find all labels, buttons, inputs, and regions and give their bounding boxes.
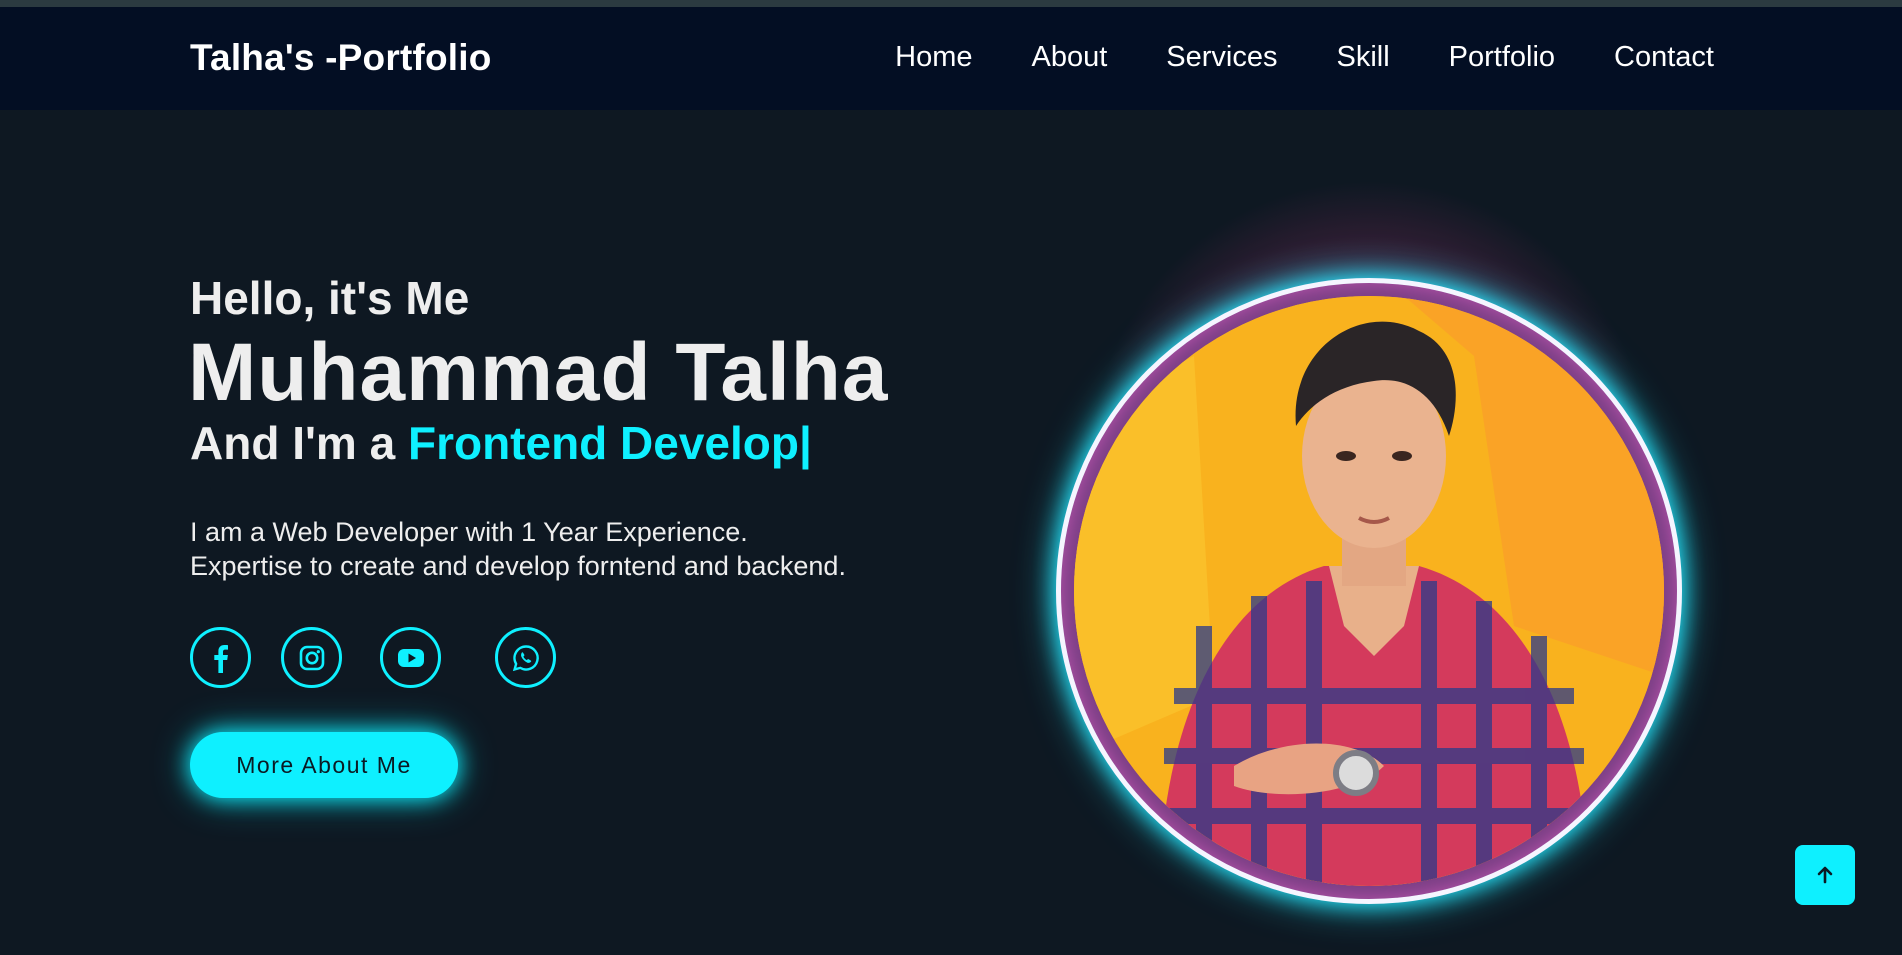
profile-photo-frame xyxy=(1056,278,1682,904)
hero-greeting: Hello, it's Me xyxy=(190,272,470,324)
instagram-icon xyxy=(299,645,324,670)
role-prefix: And I'm a xyxy=(190,417,408,469)
facebook-icon xyxy=(213,644,228,673)
hero-description: I am a Web Developer with 1 Year Experie… xyxy=(190,515,846,583)
nav-home[interactable]: Home xyxy=(895,41,972,74)
whatsapp-link[interactable] xyxy=(495,627,556,688)
profile-photo-illustration xyxy=(1074,296,1664,886)
scroll-to-top-button[interactable] xyxy=(1795,845,1855,905)
nav-skill[interactable]: Skill xyxy=(1336,41,1389,74)
role-typed-text: Frontend Develop| xyxy=(407,417,812,469)
whatsapp-icon xyxy=(512,644,539,671)
hero-section: Hello, it's Me Muhammad Talha And I'm a … xyxy=(0,110,1902,955)
nav-contact[interactable]: Contact xyxy=(1614,41,1714,74)
youtube-icon xyxy=(397,648,424,667)
facebook-link[interactable] xyxy=(190,627,251,688)
description-line-2: Expertise to create and develop forntend… xyxy=(190,551,846,581)
site-logo[interactable]: Talha's -Portfolio xyxy=(190,37,492,79)
nav-services[interactable]: Services xyxy=(1166,41,1277,74)
youtube-link[interactable] xyxy=(380,627,441,688)
instagram-link[interactable] xyxy=(281,627,342,688)
nav-about[interactable]: About xyxy=(1031,41,1107,74)
hero-role: And I'm a Frontend Develop| xyxy=(190,416,812,470)
arrow-up-icon xyxy=(1817,866,1833,884)
profile-photo xyxy=(1074,296,1664,886)
main-nav: Home About Services Skill Portfolio Cont… xyxy=(895,41,1714,74)
description-line-1: I am a Web Developer with 1 Year Experie… xyxy=(190,517,748,547)
nav-portfolio[interactable]: Portfolio xyxy=(1449,41,1555,74)
window-top-border xyxy=(0,0,1902,7)
more-about-me-button[interactable]: More About Me xyxy=(190,732,458,798)
hero-name: Muhammad Talha xyxy=(188,327,889,418)
site-header: Talha's -Portfolio Home About Services S… xyxy=(0,7,1902,110)
